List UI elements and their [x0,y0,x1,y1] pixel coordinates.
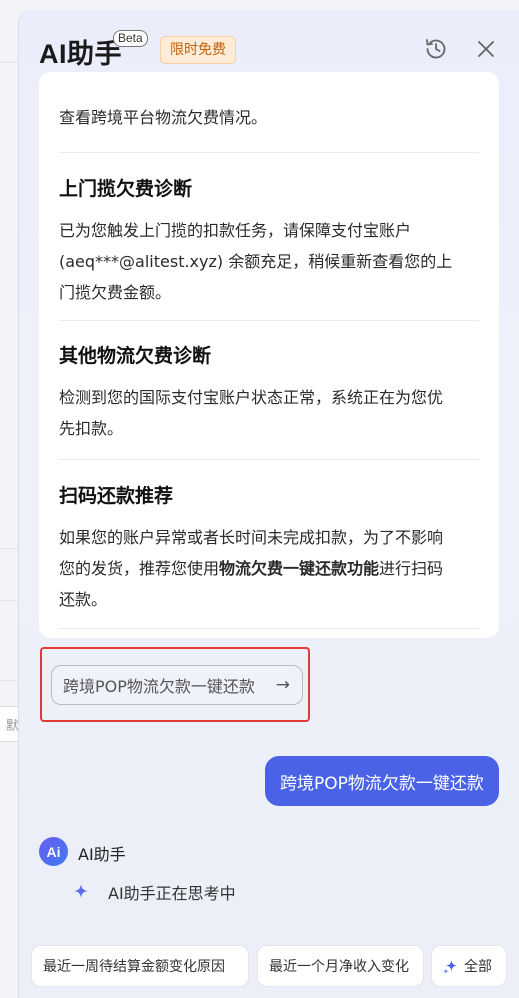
panel-title: AI助手 [39,39,122,69]
divider [59,320,479,321]
body-line: 如果您的账户异常或者长时间未完成扣款，为了不影响 [59,528,444,547]
chip-label: 最近一周待结算金额变化原因 [43,959,225,975]
section-body-scan: 如果您的账户异常或者长时间未完成扣款，为了不影响 您的发货，推荐您使用物流欠费一… [59,522,479,615]
bg-divider [0,600,20,601]
all-questions-button[interactable]: 全部 [431,945,507,987]
section-title-pickup: 上门揽欠费诊断 [59,178,193,200]
body-line: 您的发货，推荐您使用物流欠费一键还款功能进行扫码 [59,553,479,584]
history-icon[interactable] [422,35,450,63]
thinking-status: AI助手正在思考中 [108,884,236,903]
body-line: 还款。 [59,590,108,609]
ai-assistant-panel: AI助手 Beta 限时免费 查看跨境平台物流欠费情况。 上门揽欠费诊断 已为您… [18,10,519,998]
sparkle-icon [74,883,88,902]
ai-avatar: Ai [39,837,68,866]
body-line: 检测到您的国际支付宝账户状态正常，系统正在为您优 [59,388,444,407]
feature-link-text: 物流欠费一键还款功能 [219,559,380,578]
diagnosis-card: 查看跨境平台物流欠费情况。 上门揽欠费诊断 已为您触发上门揽的扣款任务，请保障支… [39,72,499,638]
section-title-other: 其他物流欠费诊断 [59,345,212,367]
body-line: 先扣款。 [59,419,124,438]
user-message-text: 跨境POP物流欠款一键还款 [280,773,484,794]
intro-text: 查看跨境平台物流欠费情况。 [59,108,268,127]
suggestion-button[interactable]: 跨境POP物流欠款一键还款 → [51,665,303,705]
section-body-other: 检测到您的国际支付宝账户状态正常，系统正在为您优 先扣款。 [59,382,479,444]
bg-divider [0,548,20,549]
free-badge: 限时免费 [160,36,236,64]
bg-divider [0,62,20,63]
chip-label: 最近一个月净收入变化 [269,959,409,975]
assistant-name: AI助手 [78,845,126,864]
body-line: 门揽欠费金额。 [59,283,172,302]
bg-divider [0,680,20,681]
body-line: (aeq***@alitest.xyz) 余额充足，稍候重新查看您的上 [59,252,453,271]
beta-badge: Beta [113,30,148,47]
user-message-bubble: 跨境POP物流欠款一键还款 [265,756,499,806]
sparkle-icon [443,959,458,974]
body-text: 您的发货，推荐您使用 [59,559,220,578]
body-line: 已为您触发上门揽的扣款任务，请保障支付宝账户 [59,221,412,240]
bg-partial-field[interactable]: 默 [0,706,20,742]
quick-question-chip[interactable]: 最近一个月净收入变化 [257,945,424,987]
divider [59,628,479,629]
close-icon[interactable] [472,35,500,63]
section-title-scan: 扫码还款推荐 [59,485,174,507]
divider [59,152,479,153]
arrow-right-icon: → [275,675,290,695]
suggestion-label: 跨境POP物流欠款一键还款 [63,677,255,696]
quick-question-chip[interactable]: 最近一周待结算金额变化原因 [31,945,249,987]
suggestion-highlight: 跨境POP物流欠款一键还款 → [40,647,310,722]
divider [59,459,479,460]
body-text: 进行扫码 [379,559,444,578]
section-body-pickup: 已为您触发上门揽的扣款任务，请保障支付宝账户 (aeq***@alitest.x… [59,215,479,308]
chip-label: 全部 [464,959,492,975]
